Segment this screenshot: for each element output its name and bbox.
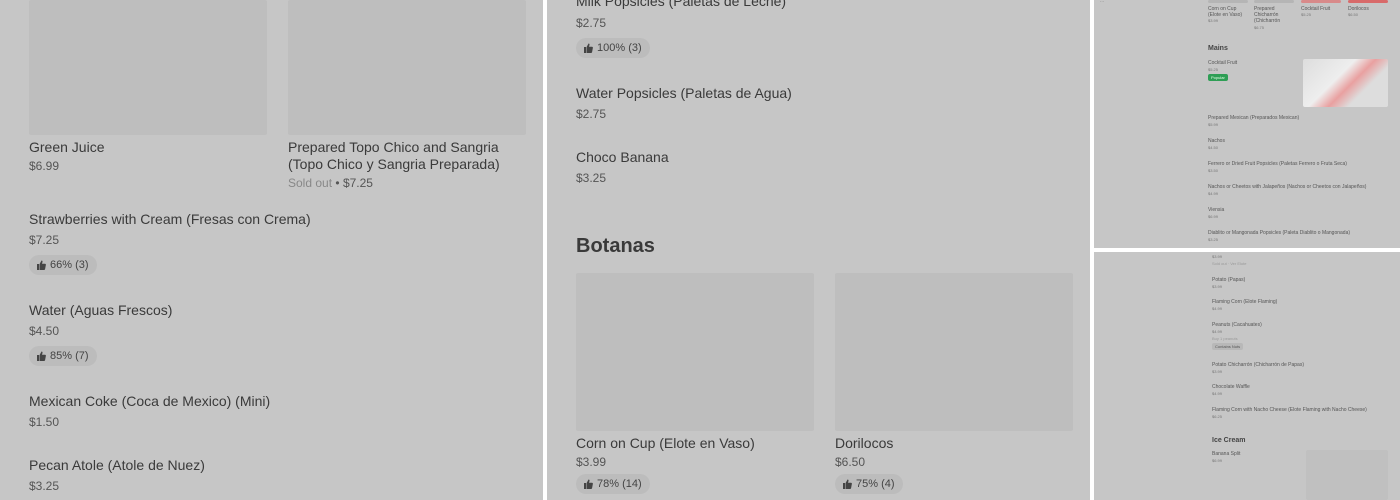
sold-out-label: Sold out [288, 176, 333, 190]
item-image-banana-split[interactable] [1306, 450, 1388, 500]
item-price: $2.75 [576, 107, 607, 121]
separator-dot: • [335, 176, 343, 190]
item-name[interactable]: Nachos [1208, 138, 1225, 144]
item-availability: Sold out • $7.25 [288, 176, 373, 190]
item-name[interactable]: Strawberries with Cream (Fresas con Crem… [29, 211, 311, 228]
rating-text: 100% (3) [597, 42, 642, 54]
item-name[interactable]: Choco Banana [576, 149, 669, 166]
item-price: $4.50 [1208, 145, 1219, 150]
item-price: $3.99 [1212, 254, 1223, 259]
item-name[interactable]: Prepared Mexican (Preparados Mexican) [1208, 115, 1299, 121]
item-price: $4.99 [1208, 191, 1219, 196]
item-name[interactable]: Prepared Chicharrón (Chicharrón [1254, 6, 1294, 24]
item-name[interactable]: Water (Aguas Frescos) [29, 302, 172, 319]
item-price: $7.25 [29, 233, 60, 247]
item-name[interactable]: Milk Popsicles (Paletas de Leche) [576, 0, 786, 10]
item-name[interactable]: Nachos or Cheetos with Jalapeños (Nachos… [1208, 184, 1366, 190]
item-price: $3.25 [29, 479, 60, 493]
rating-text: 78% (14) [597, 478, 642, 490]
item-name[interactable]: Cocktail Fruit [1208, 60, 1237, 66]
thumb-image[interactable] [1348, 0, 1388, 3]
item-name[interactable]: Banana Split [1212, 451, 1240, 457]
rating-text: 75% (4) [856, 478, 895, 490]
thumbs-up-icon [37, 260, 46, 270]
rating-badge: 78% (14) [576, 474, 650, 494]
menu-panel-botanas: Milk Popsicles (Paletas de Leche) $2.75 … [547, 0, 1090, 500]
item-name[interactable]: Pecan Atole (Atole de Nuez) [29, 457, 205, 474]
item-price: $6.99 [1212, 458, 1223, 463]
item-name[interactable]: Potato Chicharrón (Chicharrón de Papas) [1212, 362, 1304, 368]
sidebar-fragment: ... [1100, 0, 1105, 4]
item-price: $7.25 [342, 176, 373, 190]
thumbs-up-icon [584, 43, 593, 53]
item-price: $3.25 [1208, 237, 1219, 242]
rating-badge: 66% (3) [29, 255, 97, 275]
item-price: $3.25 [576, 171, 607, 185]
item-price: $2.75 [576, 16, 607, 30]
item-name[interactable]: Water Popsicles (Paletas de Agua) [576, 85, 792, 102]
item-price: $4.99 [1212, 391, 1223, 396]
item-name[interactable]: Prepared Topo Chico and Sangria (Topo Ch… [288, 139, 518, 173]
thumb-image[interactable] [1208, 0, 1248, 3]
thumbs-up-icon [843, 479, 852, 489]
item-price: $6.99 [1208, 214, 1219, 219]
item-name[interactable]: Corn on Cup (Elote en Vaso) [576, 435, 755, 452]
item-price: $4.50 [29, 324, 60, 338]
item-name[interactable]: Corn on Cup (Elote en Vaso) [1208, 6, 1248, 18]
item-name[interactable]: Flaming Corn (Elote Flaming) [1212, 299, 1277, 305]
item-name[interactable]: Potato (Papas) [1212, 277, 1245, 283]
item-image-topo-chico[interactable] [288, 0, 526, 135]
item-price: $5.25 [1208, 67, 1219, 72]
item-name[interactable]: Peanuts (Cacahuates) [1212, 322, 1262, 328]
section-heading: Ice Cream [1212, 437, 1246, 444]
rating-text: 85% (7) [50, 350, 89, 362]
item-price: $6.50 [835, 455, 866, 469]
menu-panel-drinks: Green Juice $6.99 Prepared Topo Chico an… [0, 0, 543, 500]
item-price: $5.99 [1208, 122, 1219, 127]
thumb-image[interactable] [1254, 0, 1294, 3]
item-image-corn-on-cup[interactable] [576, 273, 814, 431]
rating-badge: 100% (3) [576, 38, 650, 58]
item-name[interactable]: Flaming Corn with Nacho Cheese (Elote Fl… [1212, 407, 1367, 413]
popular-badge: Popular [1208, 74, 1228, 81]
rating-text: 66% (3) [50, 259, 89, 271]
item-price: $6.25 [1212, 414, 1223, 419]
contains-nuts-badge: Contains Nuts [1212, 343, 1244, 350]
item-name[interactable]: Viensia [1208, 207, 1224, 213]
item-name[interactable]: Green Juice [29, 139, 104, 156]
item-name[interactable]: Dorilocos [835, 435, 893, 452]
menu-overview-ice-cream: $3.99 Sold out · Ver Elote Potato (Papas… [1094, 252, 1400, 500]
item-price: $6.75 [1254, 25, 1265, 30]
item-price: $6.50 [1348, 12, 1359, 17]
item-price: $3.99 [1208, 18, 1219, 23]
item-price: $6.99 [29, 159, 60, 173]
item-price: $3.99 [576, 455, 607, 469]
thumb-image[interactable] [1301, 0, 1341, 3]
item-price: $5.25 [1301, 12, 1312, 17]
item-note: Buy 1 peanuts [1212, 336, 1238, 341]
section-heading: Botanas [576, 235, 655, 257]
item-image-cocktail-fruit[interactable] [1303, 59, 1388, 107]
menu-overview-mains: ... Corn on Cup (Elote en Vaso) $3.99 Pr… [1094, 0, 1400, 248]
item-name[interactable]: Chocolate Waffle [1212, 384, 1250, 390]
item-name[interactable]: Mexican Coke (Coca de Mexico) (Mini) [29, 393, 270, 410]
item-price: $4.99 [1212, 329, 1223, 334]
thumbs-up-icon [584, 479, 593, 489]
item-price: $3.50 [1208, 168, 1219, 173]
rating-badge: 85% (7) [29, 346, 97, 366]
section-heading: Mains [1208, 45, 1228, 52]
rating-badge: 75% (4) [835, 474, 903, 494]
item-price: $4.99 [1212, 306, 1223, 311]
item-image-green-juice[interactable] [29, 0, 267, 135]
item-price: $3.99 [1212, 284, 1223, 289]
sold-out-note: Sold out · Ver Elote [1212, 261, 1247, 266]
item-image-dorilocos[interactable] [835, 273, 1073, 431]
item-name[interactable]: Diablito or Mangonada Popsicles (Paleta … [1208, 230, 1350, 236]
item-price: $1.50 [29, 415, 60, 429]
item-price: $3.99 [1212, 369, 1223, 374]
thumbs-up-icon [37, 351, 46, 361]
item-name[interactable]: Ferrero or Dried Fruit Popsicles (Paleta… [1208, 161, 1347, 167]
